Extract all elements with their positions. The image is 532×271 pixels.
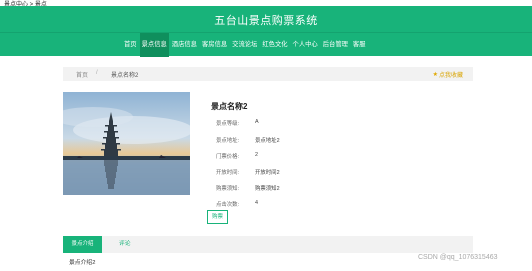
nav-item-attractions[interactable]: 景点信息 <box>139 33 169 57</box>
field-label: 景点地址: <box>216 138 240 144</box>
breadcrumb-current: 景点名称2 <box>111 73 139 79</box>
breadcrumb-separator: / <box>96 70 98 76</box>
nav-item-hotels[interactable]: 酒店信息 <box>170 33 199 57</box>
nav-item-personal-center[interactable]: 个人中心 <box>291 33 320 57</box>
field-value: 4 <box>255 200 258 206</box>
field-value: 景点地址2 <box>255 138 280 144</box>
star-icon: ★ <box>432 72 438 78</box>
introduction-text: 景点介绍2 <box>69 260 96 266</box>
nav-list: 首页 景点信息 酒店信息 客房信息 交流论坛 红色文化 个人中心 后台管理 客服 <box>122 33 368 57</box>
favorite-button[interactable]: ★ 点我收藏 <box>433 70 463 79</box>
nav-item-red-culture[interactable]: 红色文化 <box>260 33 289 57</box>
buy-ticket-button[interactable]: 购票 <box>207 210 228 224</box>
attraction-name: 景点名称2 <box>211 102 248 111</box>
tab-comments[interactable]: 评论 <box>119 236 131 253</box>
nav-item-customer-service[interactable]: 客服 <box>351 33 368 57</box>
detail-tabs: 景点介绍 评论 <box>63 236 473 253</box>
field-value: 开放时间2 <box>255 170 280 176</box>
nav-item-admin[interactable]: 后台管理 <box>321 33 350 57</box>
nav-item-home[interactable]: 首页 <box>122 33 139 57</box>
site-banner: 五台山景点购票系统 <box>0 6 532 32</box>
field-label: 景点等级: <box>216 121 240 127</box>
breadcrumb: 首页 / 景点名称2 ★ 点我收藏 <box>63 67 473 81</box>
field-value: 购票须知2 <box>255 186 280 192</box>
attraction-photo <box>63 92 190 195</box>
watermark: CSDN @qq_1076315463 <box>418 254 498 261</box>
field-value: A <box>255 119 259 125</box>
main-nav: 首页 景点信息 酒店信息 客房信息 交流论坛 红色文化 个人中心 后台管理 客服 <box>0 32 532 57</box>
site-title: 五台山景点购票系统 <box>214 15 318 27</box>
field-label: 购票须知: <box>216 186 240 192</box>
field-label: 门票价格: <box>216 154 240 160</box>
field-value: 2 <box>255 152 258 158</box>
field-label: 开放时间: <box>216 170 240 176</box>
favorite-label: 点我收藏 <box>438 73 463 79</box>
tab-introduction[interactable]: 景点介绍 <box>63 236 102 253</box>
field-label: 点击次数: <box>216 202 240 208</box>
breadcrumb-home[interactable]: 首页 <box>76 70 88 79</box>
nav-item-forum[interactable]: 交流论坛 <box>230 33 259 57</box>
nav-item-rooms[interactable]: 客房信息 <box>200 33 229 57</box>
